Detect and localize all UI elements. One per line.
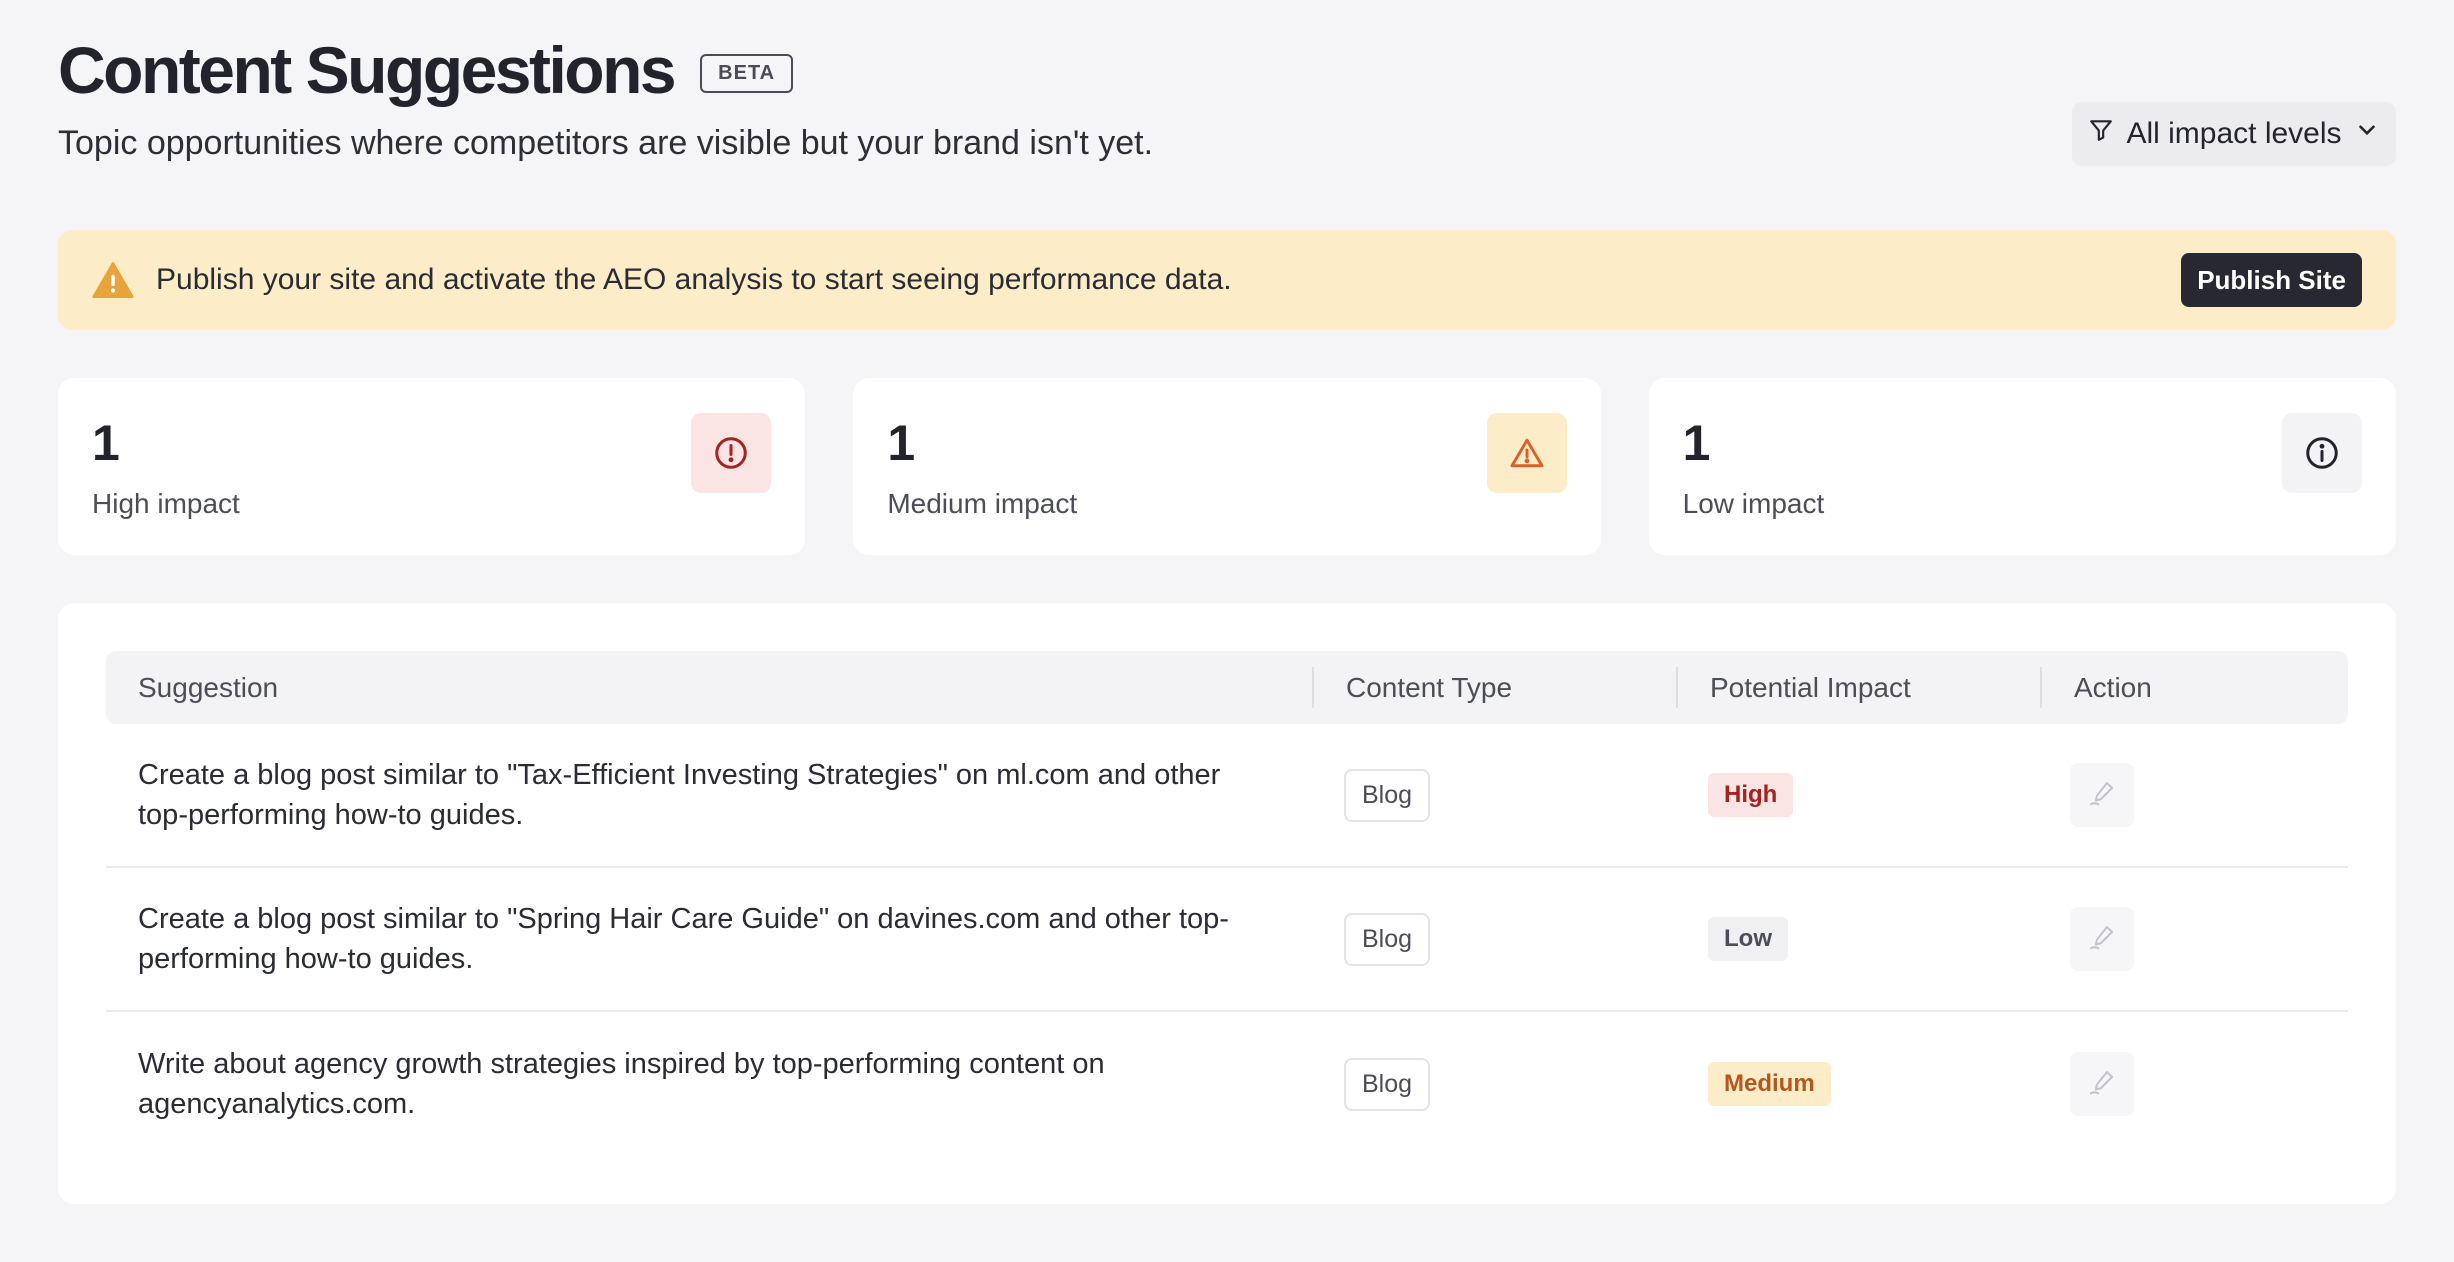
publish-alert-banner: Publish your site and activate the AEO a… <box>58 230 2396 330</box>
stat-label: Medium impact <box>887 488 1078 519</box>
alert-message: Publish your site and activate the AEO a… <box>156 263 1232 296</box>
impact-filter-dropdown[interactable]: All impact levels <box>2072 102 2396 166</box>
table-row: Create a blog post similar to "Tax-Effic… <box>106 724 2348 868</box>
impact-badge: High <box>1708 773 1794 817</box>
stat-card-high: 1 High impact <box>58 378 806 555</box>
impact-badge: Low <box>1708 917 1788 961</box>
column-header-action: Action <box>2040 651 2348 724</box>
column-header-content-type: Content Type <box>1312 651 1676 724</box>
warning-triangle-icon <box>92 259 134 301</box>
table-row: Create a blog post similar to "Spring Ha… <box>106 868 2348 1012</box>
page-header: Content Suggestions BETA Topic opportuni… <box>58 30 2396 180</box>
table-header: Suggestion Content Type Potential Impact… <box>106 651 2348 724</box>
suggestions-table-card: Suggestion Content Type Potential Impact… <box>58 603 2396 1204</box>
content-type-chip: Blog <box>1344 768 1431 822</box>
alert-circle-icon <box>691 413 772 493</box>
column-header-potential-impact: Potential Impact <box>1676 651 2040 724</box>
suggestion-text: Create a blog post similar to "Spring Ha… <box>138 903 1229 975</box>
pen-icon <box>2087 922 2117 957</box>
content-type-chip: Blog <box>1344 1057 1431 1111</box>
pen-icon <box>2087 1067 2117 1102</box>
page-subtitle: Topic opportunities where competitors ar… <box>58 124 1154 162</box>
table-row: Write about agency growth strategies ins… <box>106 1012 2348 1156</box>
write-content-button[interactable] <box>2070 1052 2134 1116</box>
info-circle-icon <box>2281 413 2362 493</box>
suggestion-text: Create a blog post similar to "Tax-Effic… <box>138 759 1221 831</box>
filter-label: All impact levels <box>2126 117 2342 150</box>
stat-card-low: 1 Low impact <box>1648 378 2396 555</box>
write-content-button[interactable] <box>2070 763 2134 827</box>
chevron-down-icon <box>2354 117 2380 151</box>
page-title: Content Suggestions <box>58 33 677 107</box>
impact-badge: Medium <box>1708 1062 1831 1106</box>
warning-triangle-icon <box>1486 413 1567 493</box>
stat-value: 1 <box>887 415 916 471</box>
pen-icon <box>2087 778 2117 813</box>
publish-site-button[interactable]: Publish Site <box>2181 253 2362 307</box>
funnel-icon <box>2088 117 2114 151</box>
stat-value: 1 <box>92 415 120 471</box>
content-type-chip: Blog <box>1344 912 1431 966</box>
stat-label: Low impact <box>1682 488 1825 519</box>
stat-value: 1 <box>1682 415 1711 471</box>
stat-card-medium: 1 Medium impact <box>853 378 1601 555</box>
suggestion-text: Write about agency growth strategies ins… <box>138 1048 1105 1120</box>
write-content-button[interactable] <box>2070 907 2134 971</box>
beta-badge: BETA <box>700 53 794 93</box>
stat-label: High impact <box>92 488 240 519</box>
content-suggestions-page: Content Suggestions BETA Topic opportuni… <box>0 0 2454 1262</box>
impact-stats: 1 High impact 1 Medium impact 1 Low impa… <box>58 378 2396 555</box>
column-header-suggestion: Suggestion <box>138 671 279 703</box>
